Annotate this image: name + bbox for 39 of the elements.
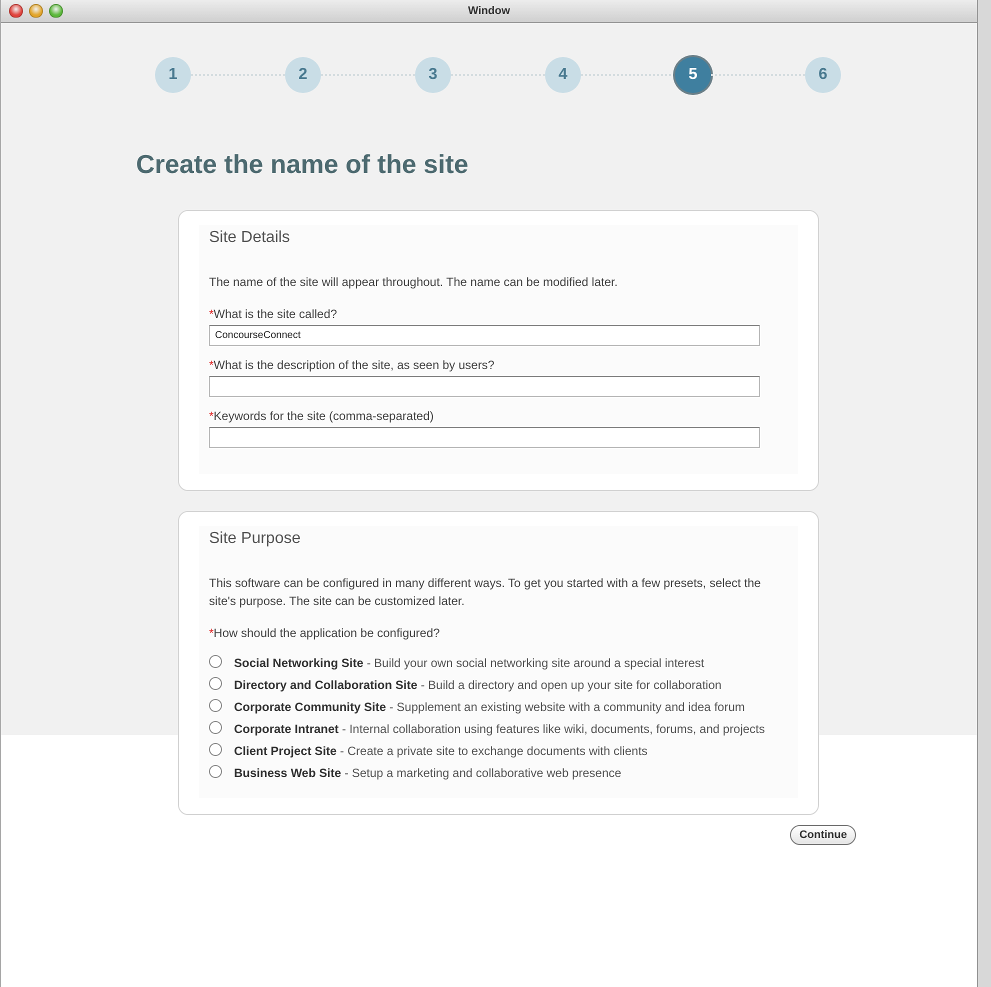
radio-button[interactable] bbox=[209, 743, 222, 756]
card-title: Site Details bbox=[209, 229, 291, 247]
option-text: Directory and Collaboration Site - Build a directory and open up your site for collaboration bbox=[234, 678, 722, 692]
required-mark: * bbox=[209, 358, 214, 372]
step-indicator[interactable]: 4 bbox=[545, 57, 581, 93]
radio-button[interactable] bbox=[209, 699, 222, 712]
window-title: Window bbox=[468, 5, 510, 17]
input-field[interactable] bbox=[209, 427, 760, 448]
question-label: How should the application be configured? bbox=[214, 626, 440, 640]
required-mark: * bbox=[209, 626, 214, 640]
option-text: Corporate Community Site - Supplement an existing website with a community and idea forum bbox=[234, 700, 745, 714]
step-indicator[interactable]: 1 bbox=[155, 57, 191, 93]
step-indicator[interactable]: 5 bbox=[675, 57, 711, 93]
minimize-icon[interactable] bbox=[29, 4, 43, 18]
option-text: Corporate Intranet - Internal collaboration using features like wiki, documents, forums, and projects bbox=[234, 722, 765, 736]
field-label: What is the site called? bbox=[214, 307, 338, 321]
required-mark: * bbox=[209, 307, 214, 321]
continue-button[interactable]: Continue bbox=[790, 825, 856, 845]
page-heading: Create the name of the site bbox=[136, 149, 470, 180]
radio-button[interactable] bbox=[209, 655, 222, 668]
radio-button[interactable] bbox=[209, 677, 222, 690]
required-mark: * bbox=[209, 409, 214, 423]
zoom-icon[interactable] bbox=[49, 4, 63, 18]
option-text: Client Project Site - Create a private site to exchange documents with clients bbox=[234, 744, 648, 758]
field-label: What is the description of the site, as seen by users? bbox=[214, 358, 494, 372]
step-indicator[interactable]: 3 bbox=[415, 57, 451, 93]
radio-button[interactable] bbox=[209, 765, 222, 778]
step-indicator[interactable]: 2 bbox=[285, 57, 321, 93]
step-indicator[interactable]: 6 bbox=[805, 57, 841, 93]
option-text: Social Networking Site - Build your own social networking site around a special interest bbox=[234, 656, 704, 670]
option-text: Business Web Site - Setup a marketing and collaborative web presence bbox=[234, 766, 622, 780]
close-icon[interactable] bbox=[9, 4, 23, 18]
radio-button[interactable] bbox=[209, 721, 222, 734]
field-label: Keywords for the site (comma-separated) bbox=[214, 409, 434, 423]
input-field[interactable]: ConcourseConnect bbox=[209, 325, 760, 346]
intro-text: The name of the site will appear throughout. The name can be modified later. bbox=[209, 274, 619, 291]
card-title: Site Purpose bbox=[209, 530, 302, 548]
intro-text: This software can be configured in many different ways. To get you started with a few presets, select the site's purpose. The site can be customized later. bbox=[209, 575, 762, 610]
input-field[interactable] bbox=[209, 376, 760, 397]
